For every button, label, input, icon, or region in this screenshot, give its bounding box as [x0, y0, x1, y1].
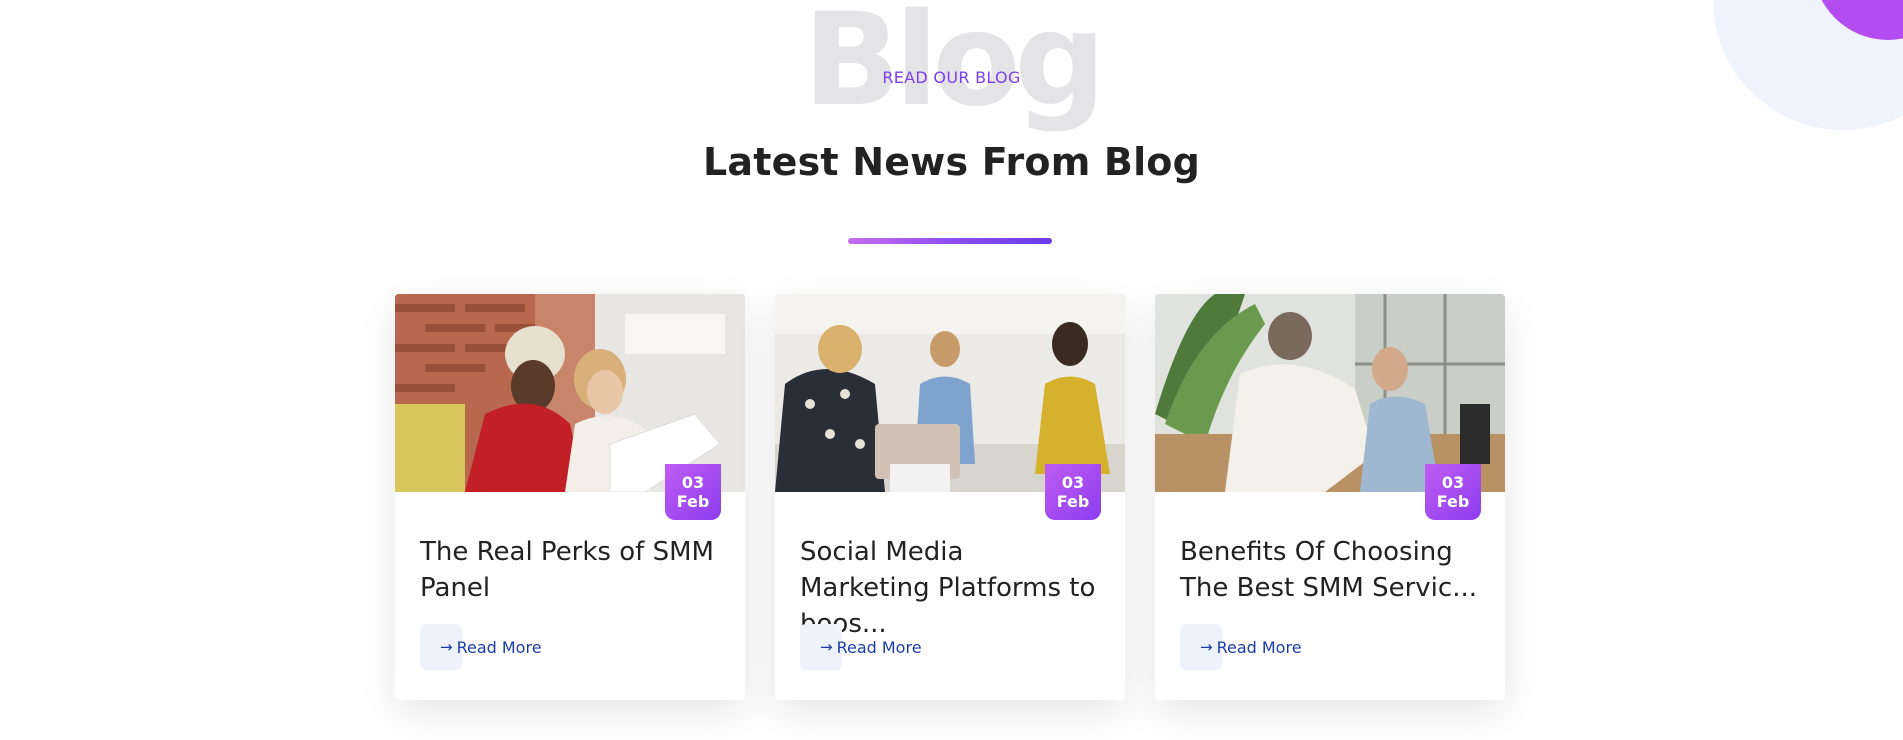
blog-card[interactable]: 03 Feb Social Media Marketing Platforms …	[775, 294, 1125, 700]
heading-underline	[848, 238, 1052, 244]
date-month: Feb	[1056, 492, 1090, 511]
blog-card-title[interactable]: Benefits Of Choosing The Best SMM Servic…	[1180, 534, 1480, 606]
blog-card-image[interactable]	[775, 294, 1125, 492]
photo-team-meeting	[775, 294, 1125, 492]
arrow-right-icon: →	[440, 638, 453, 656]
date-badge: 03 Feb	[1045, 464, 1101, 520]
blog-card[interactable]: 03 Feb Benefits Of Choosing The Best SMM…	[1155, 294, 1505, 700]
read-more-link[interactable]: → Read More	[1180, 624, 1302, 670]
blog-card-image[interactable]	[395, 294, 745, 492]
date-badge: 03 Feb	[1425, 464, 1481, 520]
photo-office-computer	[1155, 294, 1505, 492]
date-day: 03	[1061, 473, 1085, 492]
read-more-label: Read More	[836, 637, 922, 657]
read-more-link[interactable]: → Read More	[420, 624, 542, 670]
date-day: 03	[1441, 473, 1465, 492]
blog-card-image[interactable]	[1155, 294, 1505, 492]
date-month: Feb	[676, 492, 710, 511]
section-heading: Latest News From Blog	[702, 140, 1201, 184]
read-more-label: Read More	[456, 637, 542, 657]
read-more-label: Read More	[1216, 637, 1302, 657]
date-day: 03	[681, 473, 705, 492]
blog-card-list: 03 Feb The Real Perks of SMM Panel → Rea…	[395, 294, 1505, 700]
photo-colleagues-document	[395, 294, 745, 492]
date-month: Feb	[1436, 492, 1470, 511]
blog-card[interactable]: 03 Feb The Real Perks of SMM Panel → Rea…	[395, 294, 745, 700]
section-eyebrow: READ OUR BLOG	[882, 68, 1021, 87]
arrow-right-icon: →	[1200, 638, 1213, 656]
blog-card-title[interactable]: The Real Perks of SMM Panel	[420, 534, 720, 606]
blog-section-header: Blog READ OUR BLOG Latest News From Blog	[0, 0, 1903, 250]
date-badge: 03 Feb	[665, 464, 721, 520]
arrow-right-icon: →	[820, 638, 833, 656]
read-more-link[interactable]: → Read More	[800, 624, 922, 670]
